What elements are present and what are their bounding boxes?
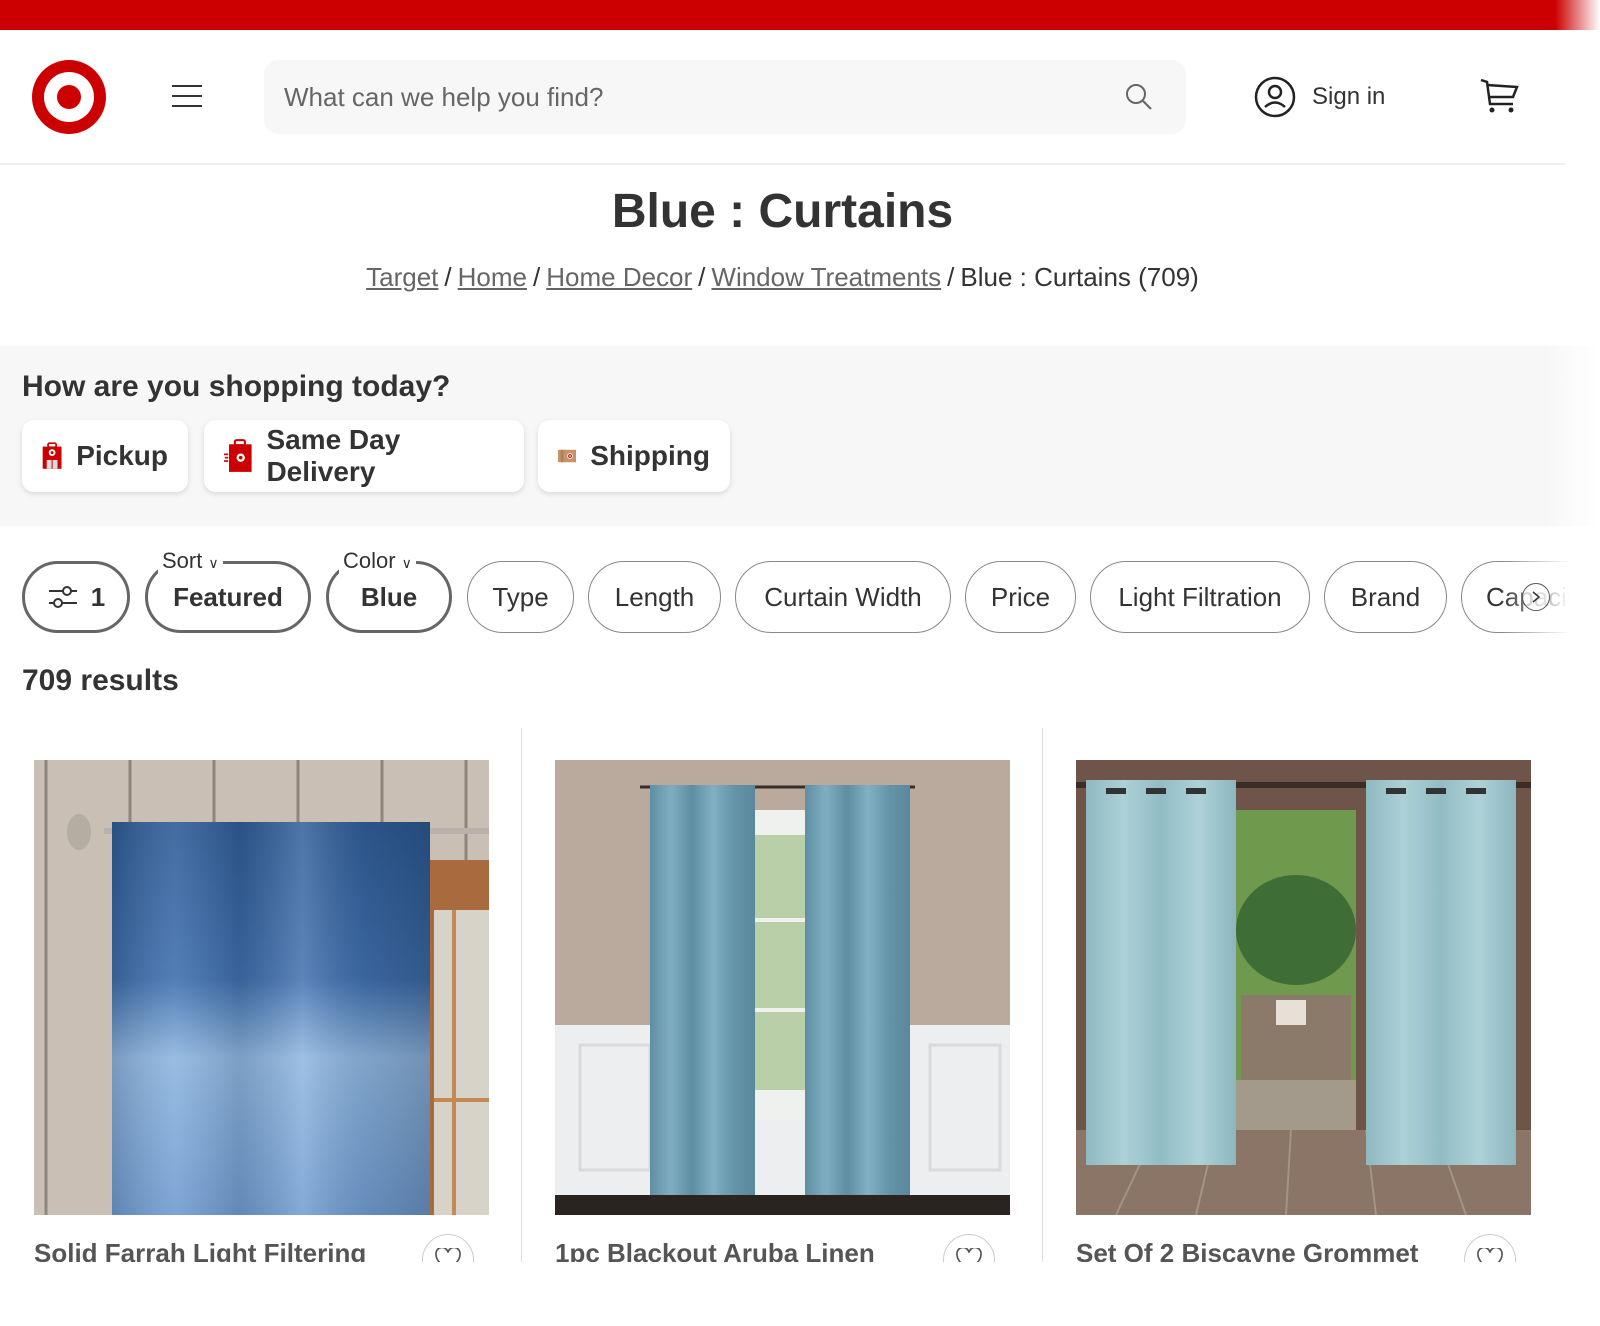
top-banner bbox=[0, 0, 1600, 30]
shipping-button[interactable]: Shipping bbox=[538, 420, 730, 492]
color-value: Blue bbox=[360, 581, 418, 612]
filter-settings-button[interactable]: 1 bbox=[22, 561, 130, 633]
breadcrumb-home[interactable]: Home bbox=[458, 262, 527, 292]
pickup-store-icon bbox=[42, 442, 62, 469]
breadcrumb-current: Blue : Curtains (709) bbox=[960, 262, 1199, 292]
pickup-button[interactable]: Pickup bbox=[22, 420, 188, 492]
scroll-fade bbox=[1500, 548, 1600, 638]
sort-value: Featured bbox=[173, 581, 283, 612]
filter-chip-curtain-width[interactable]: Curtain Width bbox=[735, 561, 951, 633]
page-fold bbox=[0, 1262, 1600, 1326]
chevron-right-icon bbox=[1532, 591, 1541, 603]
filter-chip-light-filtration[interactable]: Light Filtration bbox=[1090, 561, 1310, 633]
shopping-heading: How are you shopping today? bbox=[22, 370, 451, 403]
filter-chip-length[interactable]: Length bbox=[588, 561, 721, 633]
product-card[interactable]: Solid Farrah Light Filtering bbox=[34, 760, 489, 1286]
shipping-label: Shipping bbox=[590, 440, 710, 471]
shopping-method-section: How are you shopping today? Pickup Same … bbox=[0, 346, 1600, 526]
sliders-icon bbox=[48, 586, 77, 608]
product-image[interactable] bbox=[34, 760, 489, 1215]
grid-divider bbox=[521, 728, 522, 1278]
shipping-box-icon bbox=[558, 449, 577, 463]
filter-chip-price[interactable]: Price bbox=[965, 561, 1076, 633]
product-card[interactable]: Set Of 2 Biscayne Grommet bbox=[1076, 760, 1531, 1286]
product-image[interactable] bbox=[1076, 760, 1531, 1216]
same-day-delivery-label: Same Day Delivery bbox=[266, 424, 401, 487]
search-icon[interactable] bbox=[1124, 82, 1154, 112]
target-logo-icon[interactable] bbox=[32, 60, 106, 134]
sort-label: Sort ∨ bbox=[158, 548, 223, 574]
product-image[interactable] bbox=[555, 760, 1010, 1215]
filter-bar: 1 Sort ∨ Featured Color ∨ Blue Type Length… bbox=[0, 548, 1600, 638]
search-bar bbox=[264, 60, 1186, 134]
breadcrumb-home-decor[interactable]: Home Decor bbox=[546, 262, 692, 292]
menu-hamburger-icon[interactable] bbox=[172, 85, 202, 109]
product-card[interactable]: 1pc Blackout Aruba Linen bbox=[555, 760, 1010, 1286]
scroll-right-button[interactable] bbox=[1522, 583, 1550, 611]
sign-in-label: Sign in bbox=[1312, 83, 1386, 110]
page-title: Blue : Curtains bbox=[611, 185, 954, 238]
site-header: Sign in bbox=[0, 30, 1565, 165]
color-label: Color ∨ bbox=[339, 548, 416, 574]
sign-in-button[interactable]: Sign in bbox=[1254, 76, 1385, 118]
filter-chip-brand[interactable]: Brand bbox=[1324, 561, 1447, 633]
cart-icon[interactable] bbox=[1478, 76, 1520, 118]
breadcrumb-window-treatments[interactable]: Window Treatments bbox=[711, 262, 941, 292]
breadcrumb: Target / Home / Home Decor / Window Treatments… bbox=[366, 262, 1199, 292]
active-filter-count: 1 bbox=[90, 581, 106, 612]
same-day-delivery-button[interactable]: Same Day Delivery bbox=[204, 420, 524, 492]
breadcrumb-target[interactable]: Target bbox=[366, 262, 438, 292]
chevron-down-icon: ∨ bbox=[401, 555, 412, 571]
delivery-bag-icon bbox=[224, 439, 252, 472]
sort-dropdown[interactable]: Sort ∨ Featured bbox=[145, 548, 311, 633]
filter-chip-type[interactable]: Type bbox=[467, 561, 574, 633]
account-icon bbox=[1254, 76, 1296, 118]
search-input[interactable] bbox=[284, 81, 1104, 113]
pickup-label: Pickup bbox=[76, 440, 168, 471]
results-count: 709 results bbox=[22, 664, 179, 697]
grid-divider bbox=[1042, 728, 1043, 1278]
color-filter-dropdown[interactable]: Color ∨ Blue bbox=[326, 548, 452, 633]
chevron-down-icon: ∨ bbox=[208, 555, 219, 571]
